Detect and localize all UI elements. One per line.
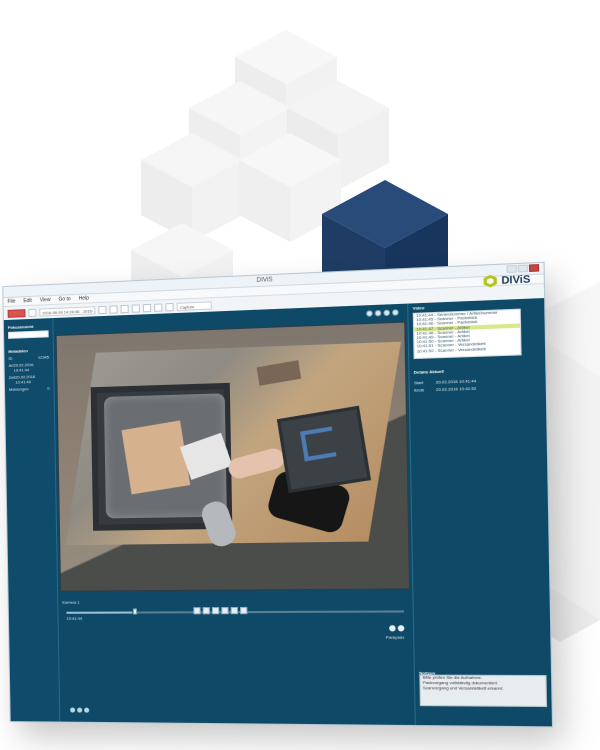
metadata-value: 12345	[37, 354, 50, 360]
detail-value: 20.02.2016 10:41:52	[435, 385, 477, 393]
packing-scene	[56, 322, 411, 592]
audio-icon	[84, 707, 90, 713]
metadata-value: 20.02.2016 10:41:48	[15, 373, 36, 385]
events-title: Video	[412, 305, 425, 311]
zoom-icon[interactable]	[366, 310, 373, 317]
app-window: DIViS File Edit View Go to Help 2016-06-…	[2, 261, 554, 728]
menu-view[interactable]: View	[40, 297, 51, 303]
brand-logo: DIViS	[484, 272, 531, 289]
metadata-row: Art 20.02.2016 10:41:44	[9, 361, 50, 373]
video-panel-actions	[366, 309, 399, 317]
metadata-key: ID	[8, 355, 13, 361]
metadata-title: Metadaten	[8, 348, 28, 354]
metadata-key: Meldungen	[8, 386, 29, 392]
detail-key: Ende	[414, 387, 425, 393]
menu-edit[interactable]: Edit	[23, 298, 32, 304]
toolbar-button-7[interactable]	[154, 303, 163, 312]
scene-label: Packplatz	[385, 634, 405, 640]
pager-dot[interactable]	[397, 625, 405, 632]
event-list[interactable]: 10:41:44 - Seriennummer / Artikelnummer …	[412, 308, 522, 360]
toolbar-button-2[interactable]	[98, 305, 107, 315]
pause-button[interactable]	[221, 607, 229, 615]
fast-forward-button[interactable]	[239, 606, 248, 615]
focus-selector[interactable]	[7, 330, 49, 339]
toolbar-button-6[interactable]	[142, 303, 152, 313]
toolbar-button-4[interactable]	[120, 304, 129, 314]
close-button[interactable]	[528, 264, 540, 272]
video-player[interactable]	[55, 321, 411, 592]
step-back-button[interactable]	[202, 607, 210, 615]
metadata-value: 0	[47, 385, 50, 391]
details-box: Start 20.02.2016 10:41:44 Ende 20.02.201…	[414, 377, 520, 395]
view-pager	[389, 625, 405, 632]
footer-icons	[70, 707, 90, 713]
search-input[interactable]: 2016-06-09 14:28:46 - 2016-06-09 14:34:1…	[39, 306, 96, 324]
pager-dot[interactable]	[389, 625, 396, 632]
detail-value: 20.02.2016 10:41:44	[435, 378, 477, 385]
left-panel-title: Fokusansicht	[7, 323, 34, 330]
detail-row: Ende 20.02.2016 10:41:52	[414, 384, 520, 393]
video-panel: Kamera 1 10:41:44 Packplatz	[53, 303, 416, 726]
crate-blue-handle	[300, 426, 337, 462]
settings-icon[interactable]	[392, 309, 399, 316]
timeline-handle[interactable]	[132, 608, 138, 615]
parcel-item	[121, 420, 191, 495]
left-panel: Fokusansicht Metadaten ID 12345 Art 20.0…	[3, 318, 61, 722]
toolbar-button-5[interactable]	[131, 304, 140, 313]
timeline-progress	[66, 611, 132, 614]
export-icon[interactable]	[374, 309, 382, 317]
metadata-row: Meldungen 0	[9, 386, 50, 392]
menu-file[interactable]: File	[7, 299, 15, 305]
details-title: Details Aktuell	[413, 368, 444, 375]
screenshot-window: DIViS File Edit View Go to Help 2016-06-…	[2, 261, 554, 728]
play-button[interactable]	[211, 607, 220, 615]
note-line: Scanvorgang und Versandetikett erkannt.	[422, 685, 504, 691]
step-forward-button[interactable]	[230, 606, 239, 615]
camera-icon	[70, 707, 76, 713]
metadata-row: Zeit 20.02.2016 10:41:48	[9, 374, 50, 385]
playback-controls: 10:41:44 Packplatz	[66, 600, 405, 640]
events-panel: Video 10:41:44 - Seriennummer / Artikeln…	[408, 298, 552, 727]
toolbar-button-3[interactable]	[109, 305, 118, 314]
metadata-value: 20.02.2016 10:41:44	[13, 362, 34, 373]
notes-box[interactable]: Bitte prüfen Sie die Aufnahme. Packvorga…	[419, 674, 548, 708]
rewind-button[interactable]	[193, 607, 201, 615]
window-title: DIViS	[256, 277, 273, 284]
capture-input[interactable]: Capture	[176, 301, 212, 311]
divis-logo-icon	[484, 274, 498, 287]
detail-key: Start	[413, 379, 424, 386]
toolbar-button-8[interactable]	[165, 302, 174, 312]
brand-text: DIViS	[501, 273, 531, 287]
menu-help[interactable]: Help	[79, 295, 89, 302]
menu-goto[interactable]: Go to	[58, 296, 70, 303]
main-area: Fokusansicht Metadaten ID 12345 Art 20.0…	[3, 298, 552, 727]
fullscreen-icon[interactable]	[383, 309, 391, 317]
stop-button[interactable]	[7, 309, 26, 318]
app-showcase: DIViS File Edit View Go to Help 2016-06-…	[0, 0, 600, 750]
metadata-row: ID 12345	[8, 354, 49, 360]
toolbar-button-1[interactable]	[28, 308, 37, 318]
timeline-time: 10:41:44	[66, 615, 83, 621]
marker-icon	[77, 707, 83, 713]
player-buttons	[193, 606, 248, 615]
